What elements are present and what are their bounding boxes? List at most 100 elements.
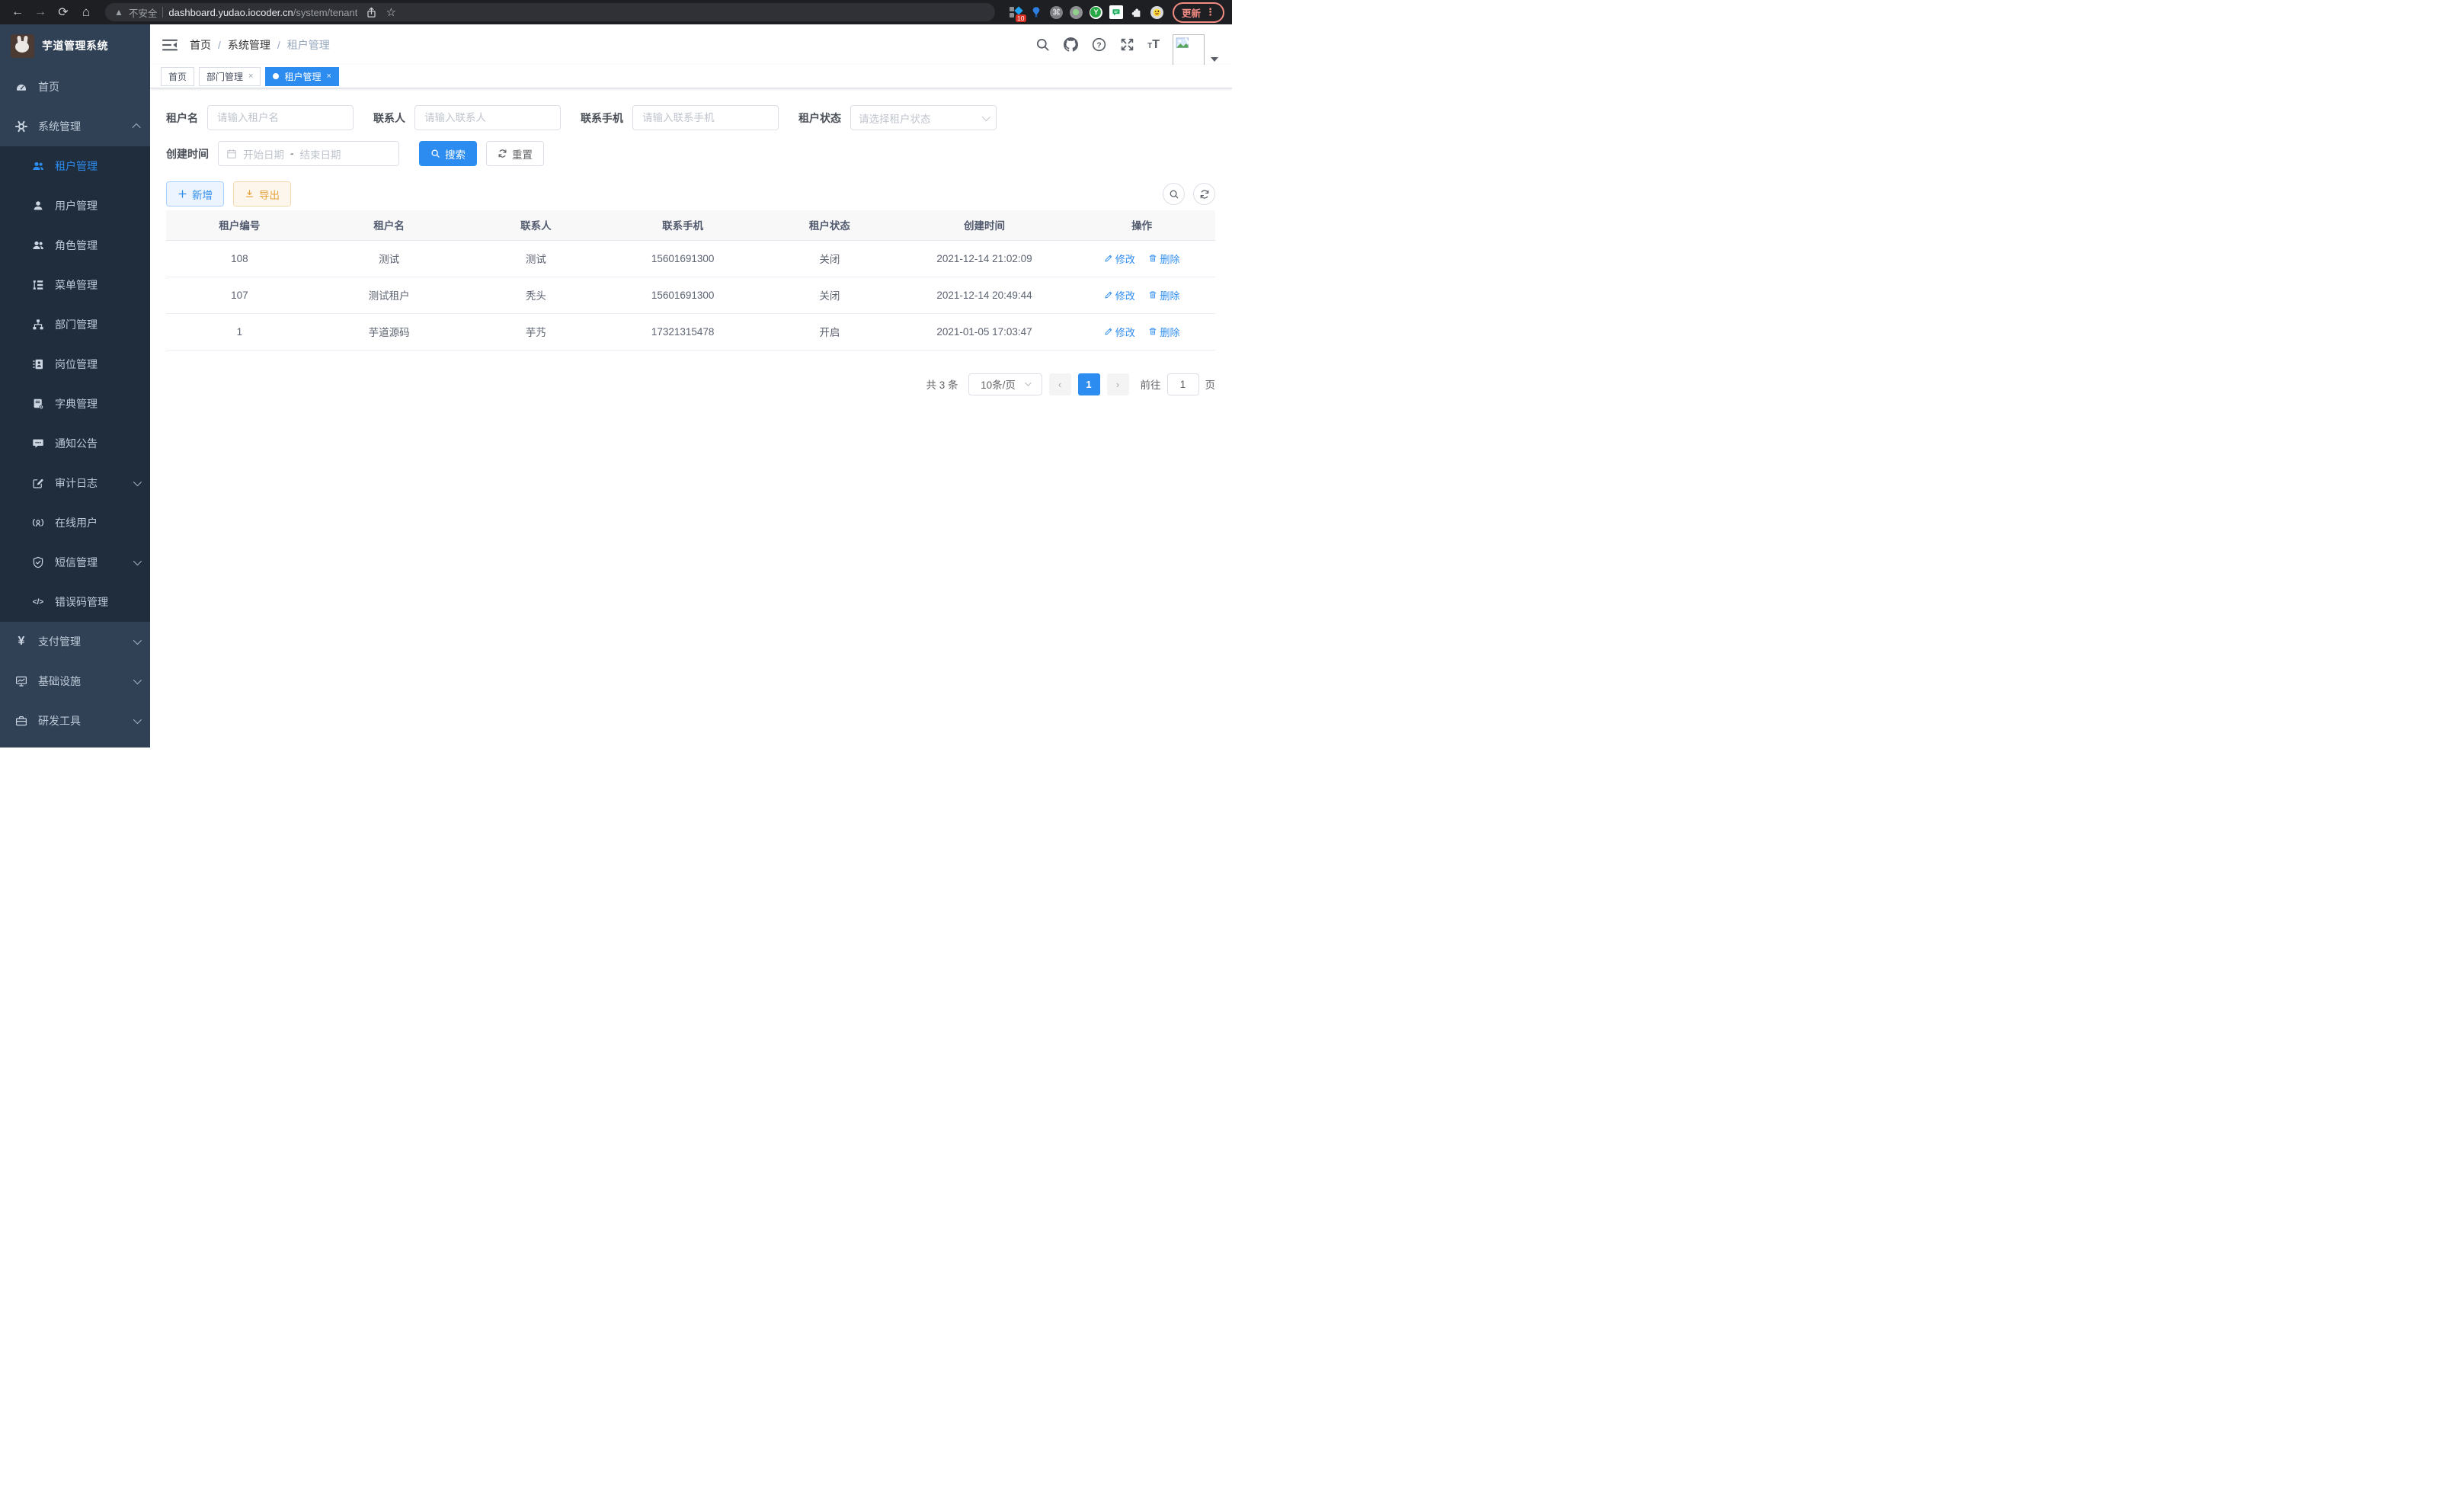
tab-close-icon[interactable]: × bbox=[248, 72, 253, 81]
sidebar-item-infra[interactable]: 基础设施 bbox=[0, 661, 150, 701]
chevron-down-icon bbox=[1025, 379, 1031, 386]
delete-link[interactable]: 删除 bbox=[1148, 251, 1179, 266]
edit-link[interactable]: 修改 bbox=[1104, 325, 1135, 339]
table-header-row: 租户编号 租户名 联系人 联系手机 租户状态 创建时间 操作 bbox=[166, 210, 1215, 240]
show-search-toggle-button[interactable] bbox=[1163, 183, 1185, 205]
url-text[interactable]: dashboard.yudao.iocoder.cn/system/tenant bbox=[168, 7, 357, 18]
browser-home-icon[interactable]: ⌂ bbox=[76, 2, 96, 22]
total-count: 共 3 条 bbox=[926, 376, 958, 392]
sidebar-item-dict[interactable]: 字典管理 bbox=[0, 384, 150, 424]
date-range-picker[interactable]: 开始日期 - 结束日期 bbox=[218, 141, 399, 166]
tags-view: 首页 部门管理 × 租户管理 × bbox=[150, 65, 1232, 88]
extension-y-icon[interactable]: Y bbox=[1090, 6, 1102, 19]
extensions-puzzle-icon[interactable] bbox=[1130, 5, 1144, 19]
extension-balloon-icon[interactable] bbox=[1029, 5, 1043, 19]
extension-chat-icon[interactable] bbox=[1109, 5, 1123, 19]
sidebar-item-post[interactable]: 岗位管理 bbox=[0, 344, 150, 384]
sidebar-item-dev-tools[interactable]: 研发工具 bbox=[0, 701, 150, 741]
page-1-button[interactable]: 1 bbox=[1078, 373, 1100, 395]
tab-tenant[interactable]: 租户管理 × bbox=[265, 67, 338, 86]
toolbox-icon bbox=[15, 715, 27, 727]
edit-link[interactable]: 修改 bbox=[1104, 251, 1135, 266]
tenant-table: 租户编号 租户名 联系人 联系手机 租户状态 创建时间 操作 108 测试 bbox=[166, 210, 1215, 351]
sidebar-item-notice[interactable]: 通知公告 bbox=[0, 424, 150, 463]
goto-label: 前往 bbox=[1141, 376, 1161, 392]
refresh-table-button[interactable] bbox=[1193, 183, 1215, 205]
sidebar-item-user[interactable]: 用户管理 bbox=[0, 186, 150, 226]
mobile-label: 联系手机 bbox=[581, 110, 623, 126]
search-icon bbox=[430, 149, 440, 158]
extension-dot-icon[interactable] bbox=[1070, 6, 1083, 19]
chrome-menu-kebab-icon[interactable]: ⋮ bbox=[1205, 6, 1215, 18]
browser-reload-icon[interactable]: ⟳ bbox=[53, 2, 73, 22]
browser-back-icon[interactable]: ← bbox=[8, 2, 27, 22]
chrome-update-button[interactable]: 更新 ⋮ bbox=[1173, 2, 1224, 23]
col-tenant-id: 租户编号 bbox=[166, 210, 313, 240]
audit-log-icon bbox=[32, 477, 44, 489]
sidebar-logo-row[interactable]: 芋道管理系统 bbox=[0, 24, 150, 67]
tab-close-icon[interactable]: × bbox=[326, 72, 331, 81]
reset-button[interactable]: 重置 bbox=[486, 141, 544, 166]
prev-page-button[interactable]: ‹ bbox=[1049, 373, 1071, 395]
export-button[interactable]: 导出 bbox=[233, 181, 291, 206]
contact-input[interactable] bbox=[414, 105, 561, 130]
not-secure-label[interactable]: 不安全 bbox=[129, 5, 158, 20]
delete-link[interactable]: 删除 bbox=[1148, 288, 1179, 303]
status-select[interactable]: 请选择租户状态 bbox=[850, 105, 997, 130]
avatar-caret-icon[interactable] bbox=[1211, 57, 1218, 62]
sidebar-item-tenant[interactable]: 租户管理 bbox=[0, 146, 150, 186]
avatar[interactable] bbox=[1173, 34, 1205, 66]
fullscreen-icon[interactable] bbox=[1119, 37, 1134, 53]
header-search-icon[interactable] bbox=[1035, 37, 1050, 53]
online-users-icon bbox=[32, 517, 44, 529]
extension-emoji-icon[interactable] bbox=[1150, 6, 1163, 19]
sidebar-item-error-code[interactable]: </> 错误码管理 bbox=[0, 582, 150, 622]
tab-home[interactable]: 首页 bbox=[161, 67, 194, 86]
address-bar[interactable]: ▲ 不安全 dashboard.yudao.iocoder.cn/system/… bbox=[105, 3, 995, 21]
sidebar-collapse-icon[interactable] bbox=[162, 37, 178, 53]
sidebar-item-dept[interactable]: 部门管理 bbox=[0, 305, 150, 344]
sidebar-item-pay[interactable]: ¥ 支付管理 bbox=[0, 622, 150, 661]
tenant-users-icon bbox=[32, 160, 44, 172]
sidebar-item-sms[interactable]: 短信管理 bbox=[0, 543, 150, 582]
tab-dept[interactable]: 部门管理 × bbox=[199, 67, 261, 86]
extension-grid-icon[interactable]: 10 bbox=[1009, 5, 1022, 19]
edit-link[interactable]: 修改 bbox=[1104, 288, 1135, 303]
sidebar: 芋道管理系统 首页 系统管理 bbox=[0, 24, 150, 748]
tenant-name-input[interactable] bbox=[207, 105, 354, 130]
table-row: 107 测试租户 秃头 15601691300 关闭 2021-12-14 20… bbox=[166, 277, 1215, 313]
refresh-icon bbox=[498, 149, 507, 158]
not-secure-warning-icon[interactable]: ▲ bbox=[114, 7, 123, 18]
sidebar-item-system[interactable]: 系统管理 bbox=[0, 107, 150, 146]
col-actions: 操作 bbox=[1068, 210, 1215, 240]
page-content: 租户名 联系人 联系手机 租户状态 请选择租户状态 bbox=[150, 88, 1232, 748]
extension-command-icon[interactable]: ⌘ bbox=[1050, 6, 1063, 19]
announcement-chat-icon bbox=[32, 437, 44, 450]
breadcrumb-home[interactable]: 首页 bbox=[190, 37, 211, 53]
sidebar-item-online-users[interactable]: 在线用户 bbox=[0, 503, 150, 543]
sidebar-item-home[interactable]: 首页 bbox=[0, 67, 150, 107]
breadcrumb-system[interactable]: 系统管理 bbox=[228, 37, 270, 53]
mobile-input[interactable] bbox=[632, 105, 779, 130]
page-size-select[interactable]: 10条/页 bbox=[968, 373, 1042, 395]
bookmark-star-icon[interactable]: ☆ bbox=[381, 2, 401, 22]
delete-link[interactable]: 删除 bbox=[1148, 325, 1179, 339]
shield-check-icon bbox=[32, 556, 44, 568]
help-icon[interactable]: ? bbox=[1091, 37, 1106, 53]
col-mobile: 联系手机 bbox=[606, 210, 759, 240]
add-button[interactable]: 新增 bbox=[166, 181, 224, 206]
sidebar-item-role[interactable]: 角色管理 bbox=[0, 226, 150, 265]
font-size-icon[interactable]: TT bbox=[1147, 38, 1160, 52]
url-host: dashboard.yudao.iocoder.cn bbox=[168, 7, 293, 18]
sidebar-item-menu[interactable]: 菜单管理 bbox=[0, 265, 150, 305]
next-page-button[interactable]: › bbox=[1107, 373, 1129, 395]
github-icon[interactable] bbox=[1063, 37, 1078, 53]
goto-page-input[interactable] bbox=[1167, 373, 1199, 395]
search-button[interactable]: 搜索 bbox=[419, 141, 477, 166]
search-icon bbox=[1169, 189, 1179, 200]
sidebar-item-audit-log[interactable]: 审计日志 bbox=[0, 463, 150, 503]
gear-icon bbox=[15, 120, 27, 133]
status-text: 关闭 bbox=[759, 277, 901, 313]
share-icon[interactable] bbox=[363, 4, 379, 21]
browser-forward-icon[interactable]: → bbox=[30, 2, 50, 22]
